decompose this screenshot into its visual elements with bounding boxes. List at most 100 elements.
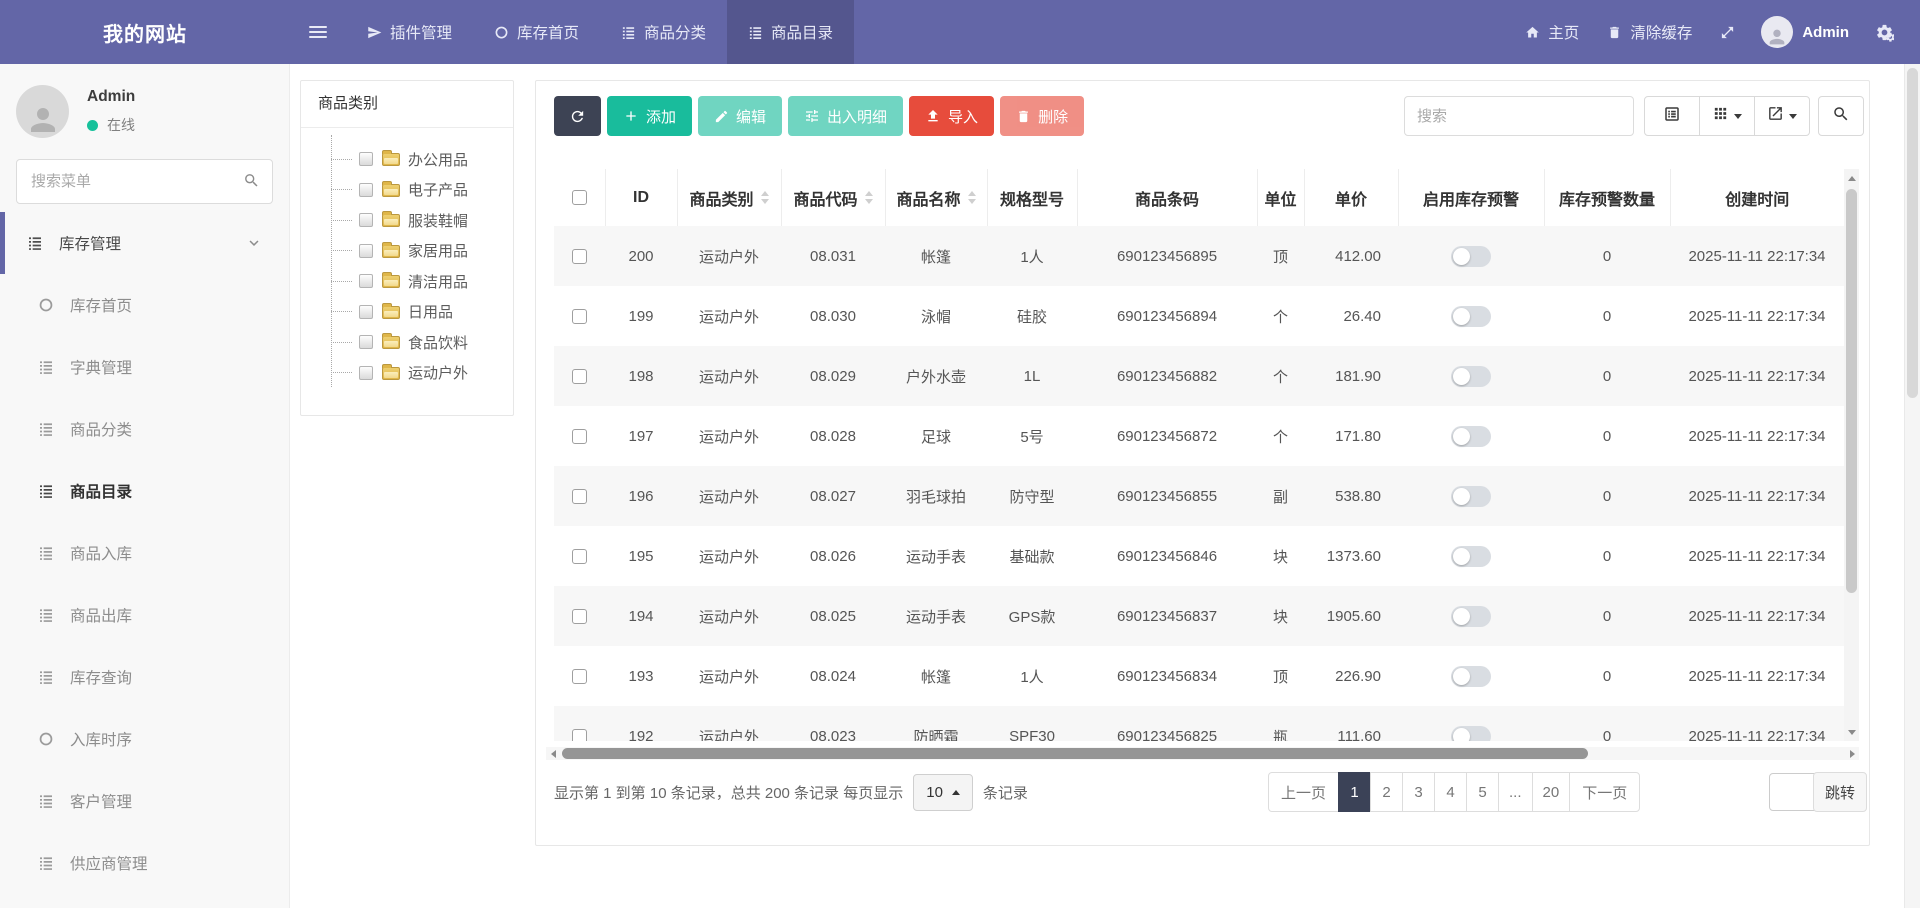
page-scroll-thumb[interactable] [1907,68,1918,398]
tree-checkbox[interactable] [359,274,373,288]
horizontal-scroll-thumb[interactable] [562,748,1588,759]
select-all-checkbox[interactable] [572,190,587,205]
table-row[interactable]: 192运动户外08.023防晒霜SPF30690123456825瓶111.60… [554,706,1844,741]
page-size-dropdown[interactable]: 10 [913,774,973,811]
tree-node-家居用品[interactable]: 家居用品 [301,236,513,267]
columns-button[interactable] [1699,96,1755,136]
page-scrollbar[interactable] [1904,64,1920,908]
clear-cache-link[interactable]: 清除缓存 [1593,21,1706,43]
delete-button[interactable]: 删除 [1000,96,1084,136]
tree-checkbox[interactable] [359,366,373,380]
table-row[interactable]: 197运动户外08.028足球5号690123456872个171.800202… [554,406,1844,466]
table-row[interactable]: 200运动户外08.031帐篷1人690123456895顶412.000202… [554,226,1844,286]
tree-checkbox[interactable] [359,152,373,166]
tree-checkbox[interactable] [359,183,373,197]
inout-detail-button[interactable]: 出入明细 [788,96,903,136]
table-search-input[interactable] [1404,96,1634,136]
page-button-20[interactable]: 20 [1532,772,1571,812]
table-row[interactable]: 195运动户外08.026运动手表基础款690123456846块1373.60… [554,526,1844,586]
row-checkbox[interactable] [572,549,587,564]
row-checkbox[interactable] [572,669,587,684]
page-button-1[interactable]: 1 [1338,772,1371,812]
row-checkbox[interactable] [572,429,587,444]
add-button[interactable]: 添加 [607,96,692,136]
nav-item-插件管理[interactable]: 插件管理 [346,0,473,64]
table-row[interactable]: 199运动户外08.030泳帽硅胶690123456894个26.4002025… [554,286,1844,346]
tree-node-食品饮料[interactable]: 食品饮料 [301,327,513,358]
column-header-code[interactable]: 商品代码 [781,169,885,226]
sidebar-item-商品出库[interactable]: 商品出库 [0,584,289,646]
sidebar-item-库存管理[interactable]: 库存管理 [0,212,289,274]
home-link[interactable]: 主页 [1511,21,1593,43]
stock-warning-toggle[interactable] [1451,606,1491,627]
page-button-3[interactable]: 3 [1402,772,1435,812]
stock-warning-toggle[interactable] [1451,306,1491,327]
stock-warning-toggle[interactable] [1451,246,1491,267]
table-row[interactable]: 194运动户外08.025运动手表GPS款690123456837块1905.6… [554,586,1844,646]
nav-item-商品目录[interactable]: 商品目录 [727,0,854,64]
stock-warning-toggle[interactable] [1451,486,1491,507]
tree-checkbox[interactable] [359,244,373,258]
page-button-5[interactable]: 5 [1466,772,1499,812]
tree-checkbox[interactable] [359,305,373,319]
sort-icon[interactable] [761,191,769,204]
export-button[interactable] [1754,96,1810,136]
table-row[interactable]: 193运动户外08.024帐篷1人690123456834顶226.900202… [554,646,1844,706]
page-button-4[interactable]: 4 [1434,772,1467,812]
table-row[interactable]: 198运动户外08.029户外水壶1L690123456882个181.9002… [554,346,1844,406]
table-row[interactable]: 196运动户外08.027羽毛球拍防守型690123456855副538.800… [554,466,1844,526]
tree-node-电子产品[interactable]: 电子产品 [301,175,513,206]
table-vertical-scrollbar[interactable] [1844,169,1859,741]
sort-icon[interactable] [968,191,976,204]
edit-button[interactable]: 编辑 [698,96,782,136]
scroll-left-arrow-icon[interactable] [546,747,560,760]
tree-node-办公用品[interactable]: 办公用品 [301,144,513,175]
search-icon[interactable] [243,172,260,194]
row-checkbox[interactable] [572,489,587,504]
sidebar-toggle-button[interactable] [290,0,346,64]
stock-warning-toggle[interactable] [1451,666,1491,687]
import-button[interactable]: 导入 [909,96,994,136]
tree-node-日用品[interactable]: 日用品 [301,297,513,328]
scroll-right-arrow-icon[interactable] [1845,747,1859,760]
row-checkbox[interactable] [572,369,587,384]
sidebar-item-库存首页[interactable]: 库存首页 [0,274,289,336]
sort-icon[interactable] [865,191,873,204]
tree-checkbox[interactable] [359,335,373,349]
sidebar-item-商品入库[interactable]: 商品入库 [0,522,289,584]
sidebar-item-库存查询[interactable]: 库存查询 [0,646,289,708]
page-button-...[interactable]: ... [1498,772,1533,812]
prev-page-button[interactable]: 上一页 [1268,772,1339,812]
scroll-up-arrow-icon[interactable] [1844,170,1859,186]
stock-warning-toggle[interactable] [1451,546,1491,567]
page-button-2[interactable]: 2 [1370,772,1403,812]
stock-warning-toggle[interactable] [1451,726,1491,742]
tree-checkbox[interactable] [359,213,373,227]
scroll-down-arrow-icon[interactable] [1844,724,1859,740]
nav-item-商品分类[interactable]: 商品分类 [600,0,727,64]
sidebar-item-商品分类[interactable]: 商品分类 [0,398,289,460]
stock-warning-toggle[interactable] [1451,366,1491,387]
next-page-button[interactable]: 下一页 [1569,772,1640,812]
settings-button[interactable] [1861,23,1908,42]
tree-node-清洁用品[interactable]: 清洁用品 [301,266,513,297]
fullscreen-button[interactable] [1706,25,1749,40]
sidebar-item-客户管理[interactable]: 客户管理 [0,770,289,832]
sidebar-item-字典管理[interactable]: 字典管理 [0,336,289,398]
tree-node-运动户外[interactable]: 运动户外 [301,358,513,389]
row-checkbox[interactable] [572,729,587,741]
tree-node-服装鞋帽[interactable]: 服装鞋帽 [301,205,513,236]
column-header-category[interactable]: 商品类别 [677,169,781,226]
stock-warning-toggle[interactable] [1451,426,1491,447]
jump-button[interactable]: 跳转 [1813,772,1867,812]
table-horizontal-scrollbar[interactable] [546,747,1859,760]
row-checkbox[interactable] [572,609,587,624]
menu-search-input[interactable] [16,159,273,204]
user-menu[interactable]: Admin [1749,16,1861,48]
advanced-search-button[interactable] [1818,96,1864,136]
vertical-scroll-thumb[interactable] [1846,189,1857,593]
sidebar-item-入库时序[interactable]: 入库时序 [0,708,289,770]
toggle-pagination-button[interactable] [1644,96,1700,136]
row-checkbox[interactable] [572,249,587,264]
nav-item-库存首页[interactable]: 库存首页 [473,0,600,64]
